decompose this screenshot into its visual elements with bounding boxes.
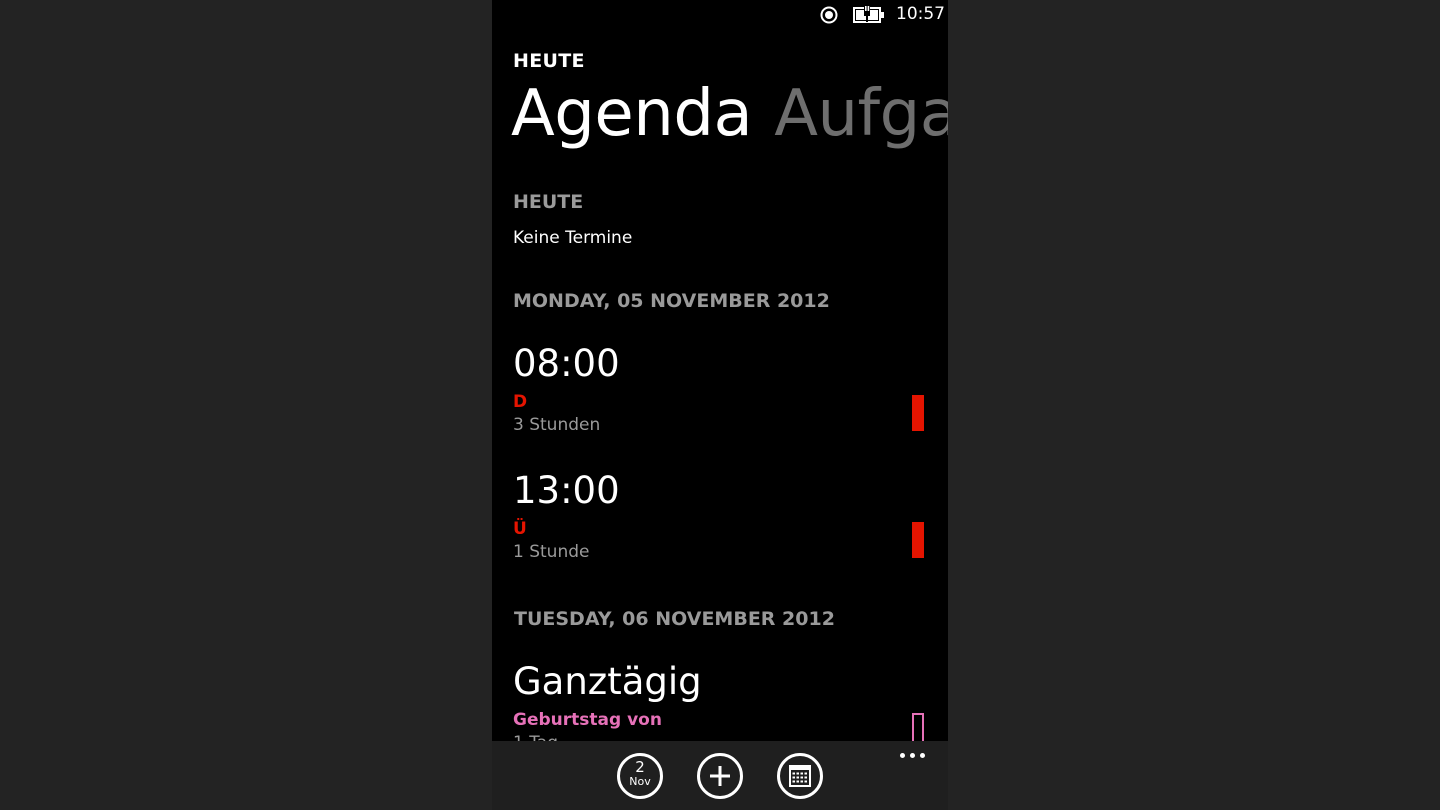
today-day-number: 2 bbox=[635, 758, 645, 776]
event-duration: 1 Stunde bbox=[513, 542, 590, 562]
app-title: HEUTE bbox=[513, 50, 585, 72]
agenda-event[interactable]: 08:00 D 3 Stunden bbox=[492, 338, 948, 442]
event-duration: 3 Stunden bbox=[513, 415, 601, 435]
calendar-color-marker bbox=[912, 522, 924, 558]
status-clock: 10:57 bbox=[896, 4, 945, 24]
pivot-item-agenda[interactable]: Agenda bbox=[511, 74, 753, 154]
application-bar: 2 Nov bbox=[492, 741, 948, 810]
event-time: Ganztägig bbox=[513, 660, 702, 703]
today-month-label: Nov bbox=[629, 775, 651, 788]
event-time: 08:00 bbox=[513, 342, 620, 385]
event-title: Ü bbox=[513, 519, 527, 539]
desktop-background: 10:57 HEUTE Agenda Aufgal HEUTE Keine Ter… bbox=[0, 0, 1440, 810]
add-button[interactable] bbox=[697, 753, 743, 799]
plus-icon bbox=[710, 766, 730, 786]
location-icon bbox=[820, 6, 838, 24]
event-title: Geburtstag von bbox=[513, 710, 662, 730]
today-section-header: HEUTE bbox=[513, 191, 584, 213]
pivot-item-tasks[interactable]: Aufgal bbox=[774, 74, 948, 154]
calendar-grid-icon bbox=[789, 765, 811, 787]
today-button[interactable]: 2 Nov bbox=[617, 753, 663, 799]
phone-screen: 10:57 HEUTE Agenda Aufgal HEUTE Keine Ter… bbox=[492, 0, 948, 810]
agenda-event[interactable]: 13:00 Ü 1 Stunde bbox=[492, 465, 948, 569]
event-time: 13:00 bbox=[513, 469, 620, 512]
status-bar: 10:57 bbox=[492, 0, 948, 30]
battery-charging-icon bbox=[853, 6, 885, 24]
day-section-header: TUESDAY, 06 NOVEMBER 2012 bbox=[514, 608, 835, 630]
no-appointments-text: Keine Termine bbox=[513, 228, 633, 248]
calendar-color-marker bbox=[912, 395, 924, 431]
pivot-header: Agenda Aufgal bbox=[511, 74, 948, 154]
month-view-button[interactable] bbox=[777, 753, 823, 799]
day-section-header: MONDAY, 05 NOVEMBER 2012 bbox=[513, 290, 830, 312]
ellipsis-icon[interactable] bbox=[896, 745, 930, 765]
event-title: D bbox=[513, 392, 528, 412]
